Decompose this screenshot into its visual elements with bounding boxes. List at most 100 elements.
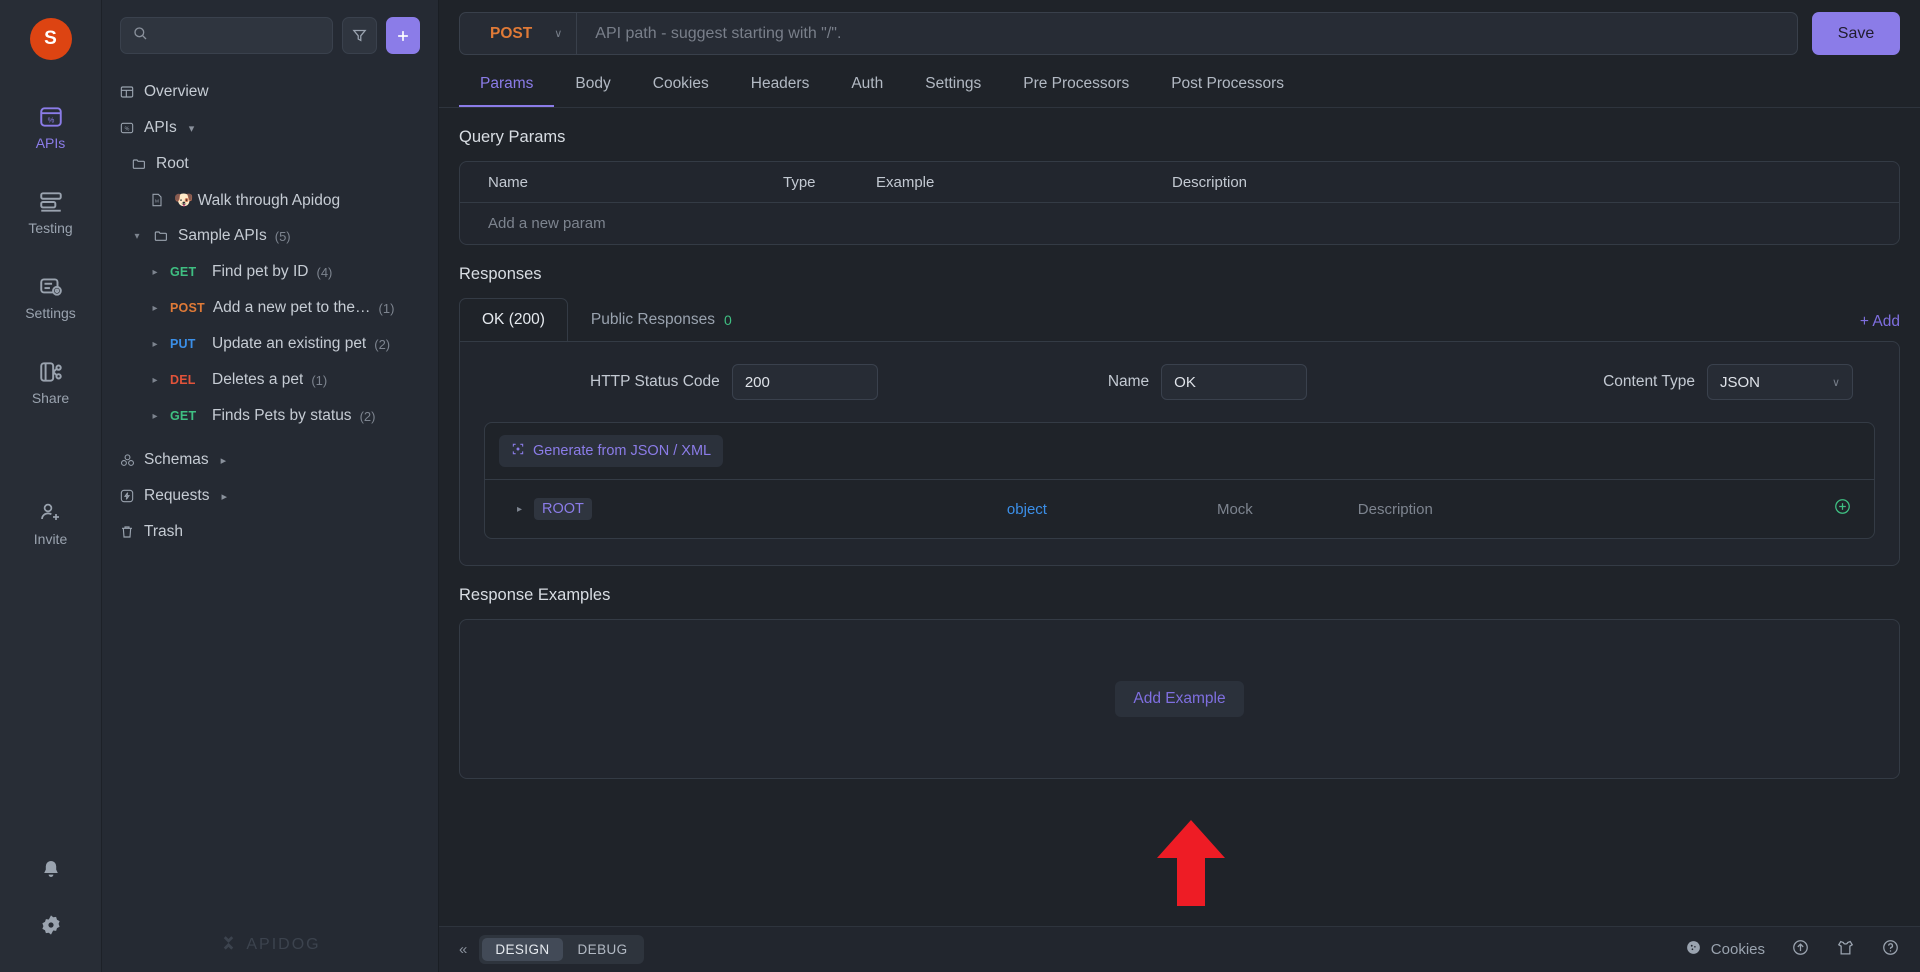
- method-badge: PUT: [170, 337, 196, 351]
- mode-design[interactable]: DESIGN: [482, 938, 563, 961]
- chevron-right-icon[interactable]: ▸: [517, 504, 522, 515]
- chevron-right-icon[interactable]: ▸: [221, 454, 227, 467]
- tree-item-sample-apis[interactable]: ▾ Sample APIs (5): [102, 218, 438, 254]
- tree-item-walk-through-apidog[interactable]: M 🐶 Walk through Apidog: [102, 182, 438, 218]
- schema-toolbar: Generate from JSON / XML: [485, 423, 1874, 480]
- tab-settings[interactable]: Settings: [904, 65, 1002, 107]
- schema-root-type[interactable]: object: [1007, 501, 1047, 518]
- shirt-icon[interactable]: [1836, 938, 1855, 962]
- tab-cookies[interactable]: Cookies: [632, 65, 730, 107]
- annotation-arrow-icon: [1157, 820, 1225, 906]
- rail-item-invite[interactable]: Invite: [34, 490, 67, 561]
- schema-root-mock[interactable]: Mock: [1217, 501, 1253, 518]
- tree-item-endpoint[interactable]: ▸ GET Finds Pets by status (2): [102, 398, 438, 434]
- avatar[interactable]: S: [29, 18, 72, 60]
- gear-icon[interactable]: [39, 913, 63, 942]
- chevron-right-icon[interactable]: ▸: [148, 267, 162, 278]
- watermark-text: APIDOG: [246, 935, 321, 953]
- tree-item-overview[interactable]: Overview: [102, 74, 438, 110]
- tree-item-endpoint[interactable]: ▸ DEL Deletes a pet (1): [102, 362, 438, 398]
- tree-item-endpoint[interactable]: ▸ PUT Update an existing pet (2): [102, 326, 438, 362]
- requests-icon: [118, 488, 136, 504]
- search-input[interactable]: [156, 27, 322, 44]
- schema-root-row: ▸ ROOT object Mock Description: [485, 480, 1874, 538]
- chevron-right-icon[interactable]: ▸: [148, 339, 162, 350]
- rail-item-apis[interactable]: % APIs: [0, 94, 101, 165]
- chevron-right-icon[interactable]: ▸: [148, 303, 162, 314]
- responses-header: OK (200) Public Responses 0 + Add: [459, 298, 1900, 341]
- content-type-select[interactable]: JSON ∨: [1707, 364, 1853, 400]
- tree-item-endpoint[interactable]: ▸ GET Find pet by ID (4): [102, 254, 438, 290]
- add-new-param-row[interactable]: Add a new param: [460, 203, 1899, 244]
- chevron-down-icon[interactable]: ▾: [130, 231, 144, 242]
- tree-item-trash[interactable]: Trash: [102, 514, 438, 550]
- rail-label-share: Share: [31, 390, 70, 406]
- url-field: POST ∨: [459, 12, 1798, 55]
- response-meta-row: HTTP Status Code Name Content Type JSON …: [460, 364, 1899, 422]
- rail-item-share[interactable]: Share: [0, 349, 101, 420]
- response-detail-panel: HTTP Status Code Name Content Type JSON …: [459, 341, 1900, 566]
- trash-icon: [118, 524, 136, 540]
- folder-icon: [152, 228, 170, 244]
- add-field-icon[interactable]: [1833, 497, 1852, 522]
- tab-pre-processors[interactable]: Pre Processors: [1002, 65, 1150, 107]
- cookies-label: Cookies: [1710, 941, 1765, 958]
- response-tab-ok-200[interactable]: OK (200): [459, 298, 568, 341]
- svg-text:%: %: [125, 126, 130, 132]
- chevron-right-icon[interactable]: ▸: [221, 490, 227, 503]
- tree-label-schemas: Schemas: [144, 451, 209, 468]
- folder-icon: [130, 156, 148, 172]
- collapse-icon[interactable]: «: [459, 941, 467, 958]
- schema-root-description[interactable]: Description: [1358, 501, 1433, 518]
- tab-auth[interactable]: Auth: [830, 65, 904, 107]
- help-icon[interactable]: [1881, 938, 1900, 962]
- rail-label-invite: Invite: [33, 531, 68, 547]
- invite-icon: [38, 500, 64, 526]
- method-selector[interactable]: POST ∨: [460, 13, 578, 54]
- endpoint-name: Update an existing pet: [212, 335, 367, 352]
- column-header-type: Type: [783, 173, 816, 191]
- tree-label-walk-through: 🐶 Walk through Apidog: [174, 191, 341, 209]
- tree-item-apis[interactable]: % APIs ▾: [102, 110, 438, 146]
- tab-params[interactable]: Params: [459, 65, 555, 107]
- api-path-input[interactable]: [577, 24, 1797, 43]
- status-bar: « DESIGN DEBUG Cookies: [439, 926, 1920, 972]
- chevron-down-icon[interactable]: ▾: [189, 122, 195, 135]
- cookies-button[interactable]: Cookies: [1685, 939, 1765, 960]
- search-box[interactable]: [120, 17, 334, 54]
- left-rail: S % APIs Testing Settings Share Invite: [0, 0, 102, 972]
- schema-root-name[interactable]: ROOT: [534, 498, 592, 520]
- tree-label-requests: Requests: [144, 487, 210, 504]
- http-status-code-input[interactable]: [731, 364, 878, 400]
- cookie-icon: [1685, 939, 1702, 960]
- tree-label-overview: Overview: [144, 83, 209, 100]
- chevron-right-icon[interactable]: ▸: [148, 411, 162, 422]
- generate-icon: [511, 442, 525, 460]
- bell-icon[interactable]: [39, 858, 63, 887]
- response-tab-label: Public Responses: [590, 311, 715, 328]
- filter-icon[interactable]: [342, 17, 377, 54]
- upload-icon[interactable]: [1791, 938, 1810, 962]
- rail-item-testing[interactable]: Testing: [0, 179, 101, 250]
- response-name-input[interactable]: [1161, 364, 1308, 400]
- svg-text:%: %: [47, 115, 54, 124]
- add-response-button[interactable]: + Add: [1860, 313, 1900, 341]
- chevron-right-icon[interactable]: ▸: [148, 375, 162, 386]
- save-button[interactable]: Save: [1812, 12, 1900, 55]
- mode-debug[interactable]: DEBUG: [565, 938, 641, 961]
- apis-group-icon: %: [118, 120, 136, 136]
- tab-body[interactable]: Body: [554, 65, 631, 107]
- tab-headers[interactable]: Headers: [730, 65, 831, 107]
- explorer-toolbar: [102, 0, 438, 68]
- tree-item-schemas[interactable]: Schemas ▸: [102, 442, 438, 478]
- tree-item-requests[interactable]: Requests ▸: [102, 478, 438, 514]
- add-api-button[interactable]: [385, 17, 420, 54]
- tab-post-processors[interactable]: Post Processors: [1150, 65, 1305, 107]
- response-name-label: Name: [1107, 373, 1150, 390]
- response-tab-public-responses[interactable]: Public Responses 0: [568, 298, 755, 341]
- rail-item-settings[interactable]: Settings: [0, 264, 101, 335]
- tree-item-endpoint[interactable]: ▸ POST Add a new pet to the… (1): [102, 290, 438, 326]
- tree-item-root-folder[interactable]: Root: [102, 146, 438, 182]
- add-example-button[interactable]: Add Example: [1115, 681, 1244, 717]
- generate-from-json-xml-button[interactable]: Generate from JSON / XML: [499, 435, 724, 467]
